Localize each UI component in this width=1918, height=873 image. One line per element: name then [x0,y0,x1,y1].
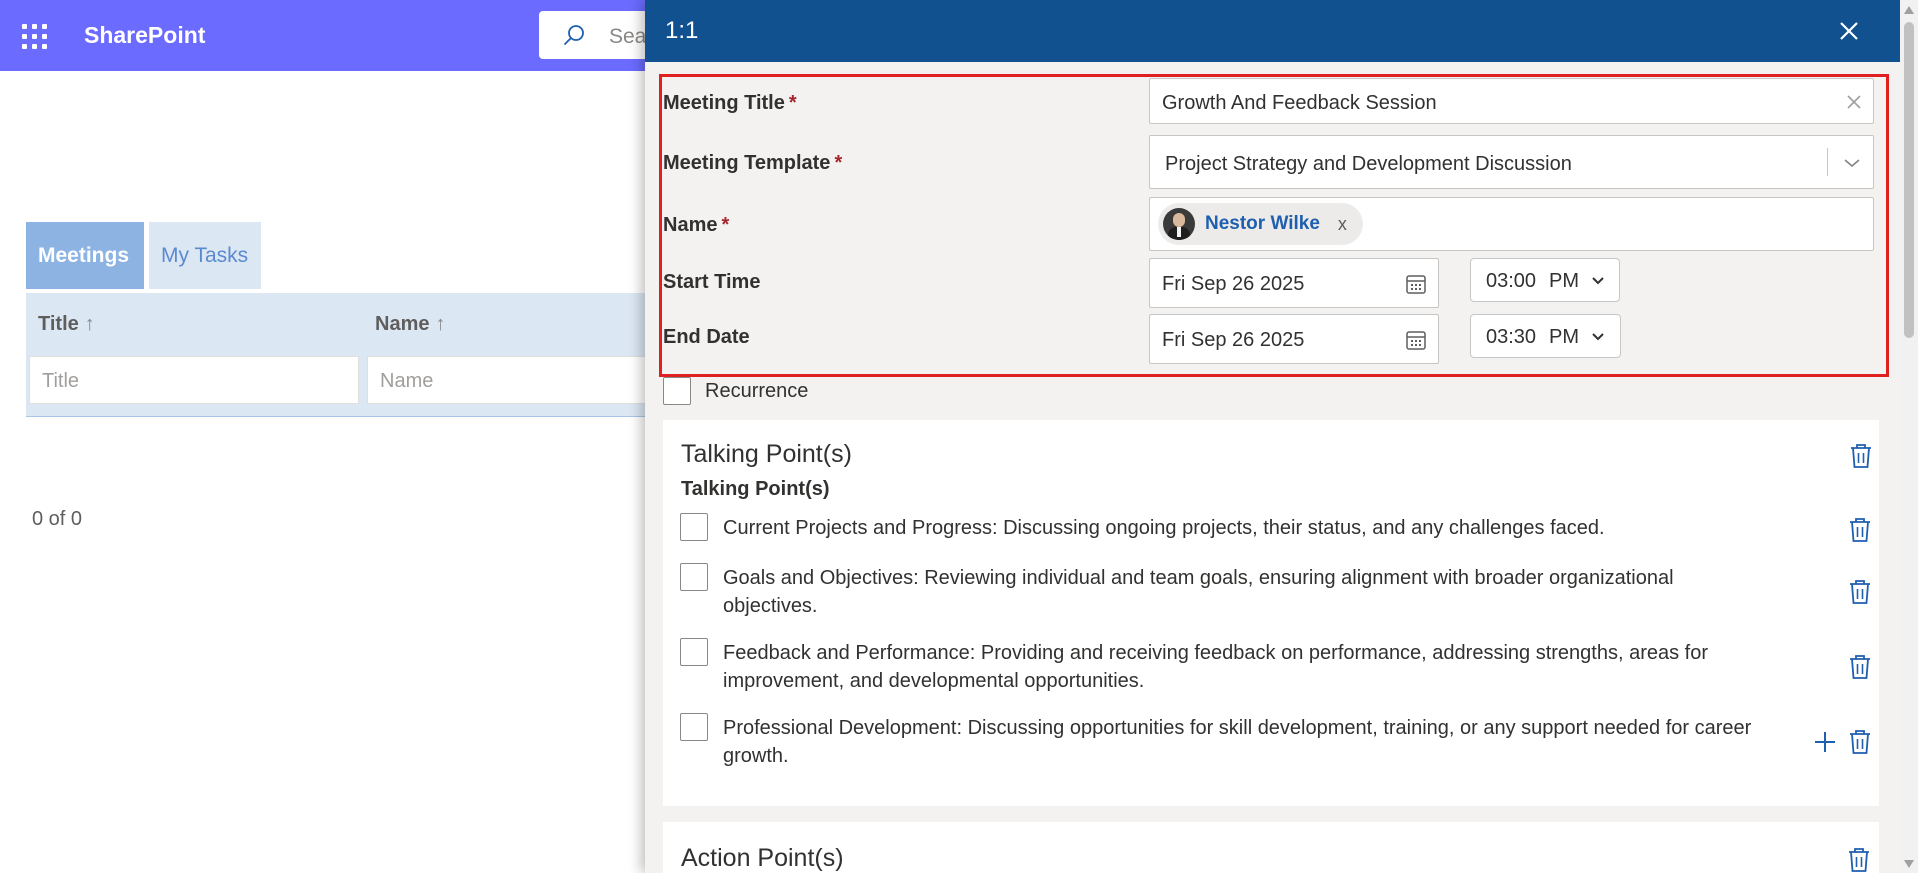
meeting-title-input[interactable]: Growth And Feedback Session [1149,78,1874,124]
recurrence-checkbox[interactable] [663,377,691,405]
list-header: Title ↑ Name ↑ Title Name [26,293,667,417]
chevron-down-icon[interactable] [1843,157,1861,169]
trash-icon[interactable] [1848,728,1872,756]
calendar-icon[interactable] [1404,328,1428,352]
meeting-template-dropdown[interactable]: Project Strategy and Development Discuss… [1149,135,1874,189]
paging-count: 0 of 0 [32,508,83,530]
talking-point-text: Goals and Objectives: Reviewing individu… [723,567,1674,617]
meeting-panel: 1:1 Meeting Title * Growth And Feedback S… [645,0,1900,873]
tab-my-tasks[interactable]: My Tasks [149,222,261,289]
people-picker[interactable]: Nestor Wilke x [1149,197,1874,251]
action-points-card: Action Point(s) [663,822,1879,873]
start-time-label: Start Time [663,271,761,293]
avatar [1163,208,1195,240]
talking-point-checkbox[interactable] [680,563,708,591]
search-placeholder: Sea [609,25,647,48]
search-icon [564,25,584,45]
end-time-picker[interactable]: 03:30 PM [1470,314,1621,358]
talking-point-checkbox[interactable] [680,513,708,541]
trash-icon[interactable] [1849,442,1873,470]
talking-points-title: Talking Point(s) [681,440,852,468]
tab-meetings[interactable]: Meetings [26,222,144,289]
panel-scrollbar[interactable] [1900,0,1918,873]
start-ampm-value: PM [1549,270,1579,292]
talking-points-subtitle: Talking Point(s) [681,478,830,500]
action-points-title: Action Point(s) [681,844,844,872]
talking-point-checkbox[interactable] [680,638,708,666]
panel-title: 1:1 [665,17,699,44]
persona-chip[interactable]: Nestor Wilke x [1158,203,1363,245]
calendar-icon[interactable] [1404,272,1428,296]
scroll-thumb[interactable] [1904,22,1914,338]
column-header-title[interactable]: Title ↑ [38,313,95,336]
scroll-down-icon[interactable] [1904,860,1914,868]
talking-point-text: Current Projects and Progress: Discussin… [723,517,1605,539]
meeting-template-label: Meeting Template * [663,152,843,174]
end-date-value: Fri Sep 26 2025 [1162,329,1305,351]
talking-point-checkbox[interactable] [680,713,708,741]
scroll-up-icon[interactable] [1904,6,1914,14]
talking-points-card: Talking Point(s) Talking Point(s) Curren… [663,420,1879,806]
start-date-picker[interactable]: Fri Sep 26 2025 [1149,258,1439,308]
panel-header: 1:1 [645,0,1900,62]
trash-icon[interactable] [1848,516,1872,544]
waffle-icon[interactable] [22,24,48,50]
talking-point-text: Feedback and Performance: Providing and … [723,642,1708,692]
plus-icon[interactable] [1813,730,1837,754]
remove-person-button[interactable]: x [1338,214,1347,235]
app-brand[interactable]: SharePoint [84,22,205,49]
end-date-label: End Date [663,326,750,348]
start-time-picker[interactable]: 03:00 PM [1470,258,1620,302]
trash-icon[interactable] [1848,653,1872,681]
start-date-value: Fri Sep 26 2025 [1162,273,1305,295]
end-date-picker[interactable]: Fri Sep 26 2025 [1149,314,1439,364]
meeting-title-value: Growth And Feedback Session [1162,92,1437,114]
trash-icon[interactable] [1847,846,1871,873]
name-label: Name * [663,214,730,236]
name-filter-input[interactable]: Name [367,356,667,404]
meeting-template-value: Project Strategy and Development Discuss… [1165,153,1572,175]
talking-point-text: Professional Development: Discussing opp… [723,717,1752,767]
chevron-down-icon[interactable] [1591,276,1605,286]
clear-icon[interactable] [1843,91,1865,113]
chevron-down-icon[interactable] [1591,332,1605,342]
title-filter-input[interactable]: Title [29,356,359,404]
close-icon[interactable] [1835,17,1863,45]
trash-icon[interactable] [1848,578,1872,606]
dropdown-separator [1827,148,1828,176]
persona-name[interactable]: Nestor Wilke [1205,213,1320,235]
recurrence-label: Recurrence [705,380,809,402]
end-ampm-value: PM [1549,326,1579,348]
meeting-title-label: Meeting Title * [663,92,797,114]
column-header-name[interactable]: Name ↑ [375,313,445,336]
start-time-value: 03:00 [1486,270,1537,292]
end-time-value: 03:30 [1486,326,1537,348]
